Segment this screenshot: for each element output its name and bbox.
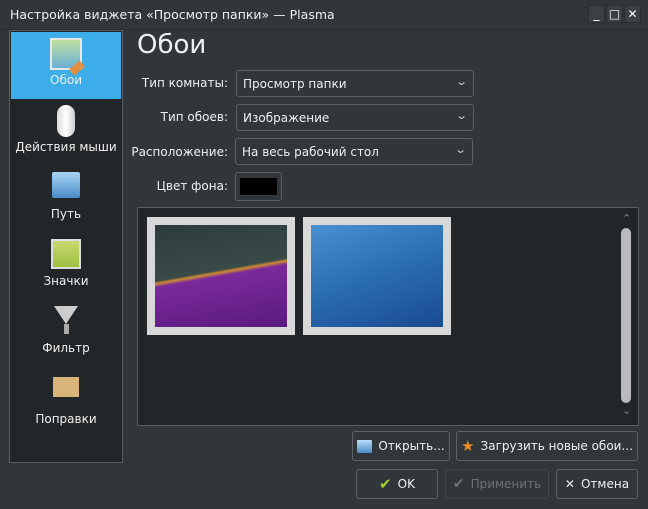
sidebar-item-mouse-actions[interactable]: Действия мыши (11, 99, 121, 166)
title-bar: Настройка виджета «Просмотр папки» — Pla… (0, 0, 648, 30)
download-wallpapers-button[interactable]: ★ Загрузить новые обои... (456, 431, 638, 461)
scroll-down-button[interactable]: ⌄ (622, 404, 631, 417)
folder-icon (50, 172, 82, 204)
background-color-label: Цвет фона: (156, 179, 228, 193)
open-label: Открыть... (378, 439, 445, 453)
sidebar-item-label: Значки (43, 274, 89, 288)
sidebar-item-label: Поправки (35, 412, 97, 426)
sidebar-item-label: Действия мыши (15, 140, 117, 154)
chevron-down-icon: ⌄ (454, 109, 468, 122)
cancel-label: Отмена (580, 477, 630, 491)
wallpaper-thumbnail[interactable] (303, 217, 451, 335)
sidebar-item-filter[interactable]: Фильтр (11, 300, 121, 367)
apply-label: Применить (470, 477, 542, 491)
wallpaper-icon (50, 38, 85, 76)
layout-value: Просмотр папки (243, 77, 347, 91)
scroll-up-button[interactable]: ⌃ (622, 212, 631, 225)
layout-label: Тип комнаты: (141, 76, 228, 90)
wallpaper-type-value: Изображение (243, 111, 330, 125)
filter-icon (50, 306, 82, 338)
maximize-button[interactable]: □ (606, 5, 623, 23)
category-sidebar: Обои Действия мыши Путь Значки Фильтр По… (9, 30, 123, 463)
wallpaper-type-combo[interactable]: Изображение ⌄ (236, 104, 474, 131)
open-button[interactable]: Открыть... (352, 431, 450, 461)
minimize-button[interactable]: _ (588, 5, 605, 23)
page-title: Обои (137, 30, 207, 60)
sidebar-item-wallpaper[interactable]: Обои (11, 32, 121, 99)
sidebar-item-tweaks[interactable]: Поправки (11, 367, 121, 434)
position-label: Расположение: (131, 145, 228, 159)
wallpaper-thumbnail[interactable] (147, 217, 295, 335)
check-icon: ✔ (379, 475, 392, 493)
sidebar-item-path[interactable]: Путь (11, 166, 121, 233)
wallpaper-gallery: ⌃ ⌄ (137, 207, 639, 426)
position-value: На весь рабочий стол (242, 145, 379, 159)
sidebar-item-icons[interactable]: Значки (11, 233, 121, 300)
star-icon: ★ (461, 437, 475, 455)
chevron-down-icon: ⌄ (454, 75, 468, 88)
scrollbar[interactable] (621, 228, 631, 403)
layout-combo[interactable]: Просмотр папки ⌄ (236, 70, 474, 97)
color-swatch (240, 178, 277, 195)
sidebar-item-label: Обои (50, 73, 82, 87)
mouse-icon (50, 105, 82, 137)
apply-button[interactable]: ✔ Применить (445, 469, 549, 499)
check-icon: ✔ (452, 476, 465, 492)
sidebar-item-label: Путь (50, 207, 82, 221)
close-icon: ✕ (564, 477, 575, 491)
download-label: Загрузить новые обои... (480, 439, 633, 453)
icons-icon (50, 239, 82, 271)
wallpaper-type-label: Тип обоев: (160, 110, 228, 124)
window-title: Настройка виджета «Просмотр папки» — Pla… (10, 7, 335, 22)
ok-button[interactable]: ✔ OK (356, 469, 438, 499)
sidebar-item-label: Фильтр (42, 341, 90, 355)
folder-icon (357, 439, 373, 453)
ok-label: OK (397, 477, 415, 491)
background-color-button[interactable] (235, 172, 282, 201)
close-button[interactable]: ✕ (624, 5, 641, 23)
chevron-down-icon: ⌄ (453, 143, 467, 156)
position-combo[interactable]: На весь рабочий стол ⌄ (235, 138, 473, 165)
cancel-button[interactable]: ✕ Отмена (556, 469, 638, 499)
tweaks-icon (50, 377, 82, 409)
